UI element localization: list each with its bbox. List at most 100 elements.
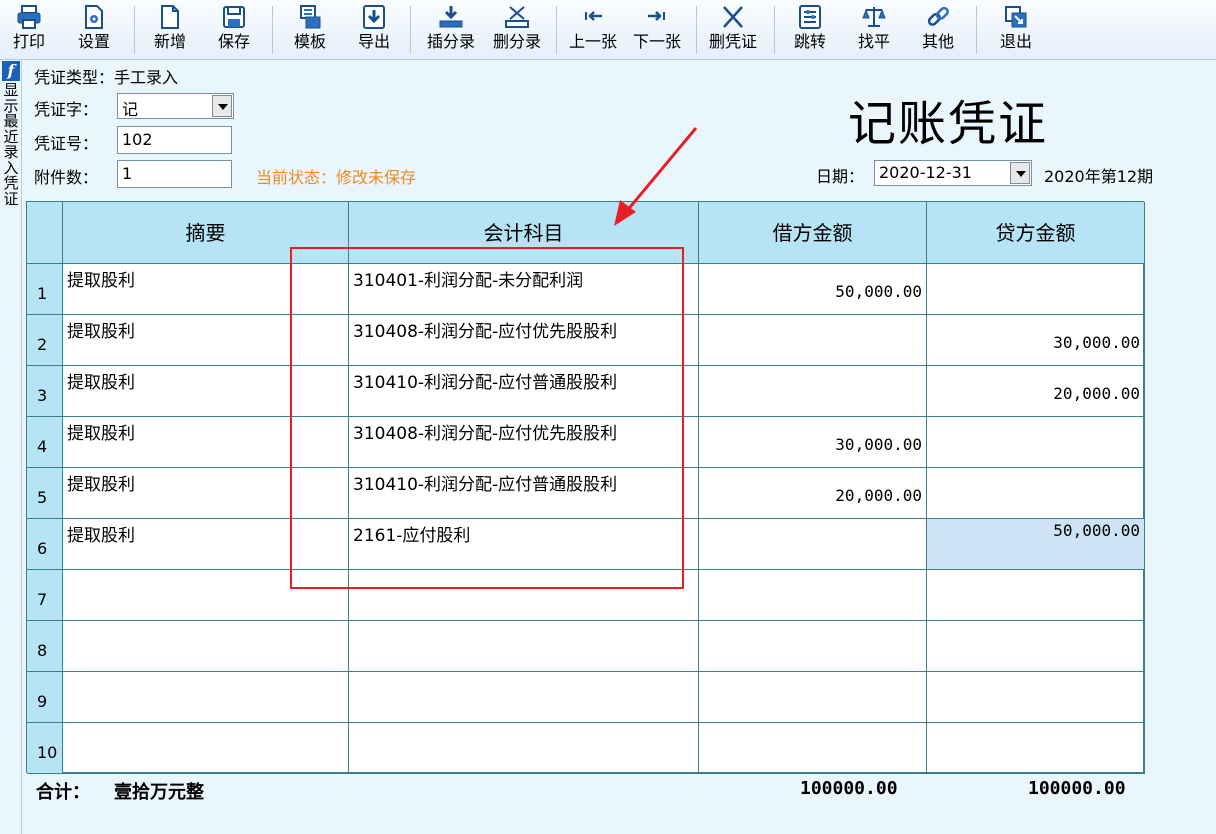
save-button[interactable]: 保存 (212, 4, 256, 56)
voucher-word-select[interactable]: 记 (117, 93, 234, 119)
credit-cell[interactable] (927, 723, 1145, 774)
delete-entry-label: 删分录 (492, 32, 541, 51)
date-label: 日期： (816, 167, 865, 186)
next-label: 下一张 (632, 32, 681, 51)
row-number: 5 (27, 468, 63, 519)
delete-entry-button[interactable]: 删分录 (488, 4, 546, 56)
export-icon (363, 5, 385, 29)
page-title: 记账凭证 (848, 96, 1049, 152)
template-label: 模板 (293, 32, 326, 51)
debit-cell[interactable] (699, 519, 927, 570)
summary-cell-text: 提取股利 (67, 475, 135, 495)
summary-cell[interactable] (63, 621, 349, 672)
insert-entry-button[interactable]: 插分录 (422, 4, 480, 56)
balance-label: 找平 (857, 32, 890, 51)
recent-vouchers-label: 显示最近录入凭证 (3, 81, 19, 208)
credit-cell[interactable] (927, 417, 1145, 468)
toolbar-separator (410, 6, 411, 54)
attachments-input[interactable]: 1 (117, 160, 232, 188)
new-button[interactable]: 新增 (148, 4, 192, 56)
delete-voucher-label: 删凭证 (708, 32, 757, 51)
credit-cell[interactable] (927, 570, 1145, 621)
toolbar-separator (556, 6, 557, 54)
voucher-type-label: 凭证类型： (34, 68, 115, 87)
debit-cell[interactable]: 50,000.00 (699, 264, 927, 315)
credit-cell[interactable] (927, 621, 1145, 672)
date-value: 2020-12-31 (879, 163, 972, 182)
toolbar-separator (134, 6, 135, 54)
print-button[interactable]: 打印 (8, 4, 50, 56)
template-button[interactable]: 模板 (288, 4, 332, 56)
other-button[interactable]: 其他 (916, 4, 960, 56)
summary-cell[interactable] (63, 672, 349, 723)
credit-cell[interactable]: 50,000.00 (927, 519, 1145, 570)
jump-label: 跳转 (793, 32, 826, 51)
jump-icon (799, 5, 821, 29)
exit-label: 退出 (999, 32, 1032, 51)
toolbar-separator (976, 6, 977, 54)
account-cell[interactable] (349, 723, 699, 774)
row-number: 3 (27, 366, 63, 417)
settings-button[interactable]: 设置 (72, 4, 116, 56)
row-number: 4 (27, 417, 63, 468)
toolbar: 打印 设置 新增 保存 模板 导出 插分录 删分录 上一张 下一张 删凭证 跳转… (0, 0, 1216, 60)
balance-button[interactable]: 找平 (852, 4, 896, 56)
debit-cell[interactable] (699, 621, 927, 672)
debit-cell[interactable] (699, 570, 927, 621)
debit-cell[interactable]: 30,000.00 (699, 417, 927, 468)
print-label: 打印 (12, 32, 45, 51)
credit-cell[interactable] (927, 264, 1145, 315)
voucher-type-row: 凭证类型：手工录入 (34, 64, 178, 88)
jump-button[interactable]: 跳转 (788, 4, 832, 56)
debit-cell[interactable] (699, 672, 927, 723)
credit-cell[interactable] (927, 468, 1145, 519)
previous-icon (585, 11, 602, 21)
export-button[interactable]: 导出 (352, 4, 396, 56)
debit-cell-text: 30,000.00 (835, 435, 922, 454)
debit-cell[interactable]: 20,000.00 (699, 468, 927, 519)
next-icon (648, 11, 665, 21)
row-number: 8 (27, 621, 63, 672)
toolbar-separator (774, 6, 775, 54)
credit-total: 100000.00 (1028, 778, 1126, 799)
insert-entry-icon (439, 6, 463, 28)
row-number: 9 (27, 672, 63, 723)
total-label: 合计： (36, 782, 90, 803)
current-status: 当前状态：修改未保存 (256, 168, 417, 187)
printer-icon (17, 5, 41, 29)
credit-cell[interactable] (927, 672, 1145, 723)
template-icon (300, 5, 321, 29)
account-cell[interactable] (349, 672, 699, 723)
debit-cell[interactable] (699, 315, 927, 366)
chevron-down-icon[interactable] (212, 95, 232, 117)
date-select[interactable]: 2020-12-31 (874, 160, 1032, 186)
summary-cell-text: 提取股利 (67, 373, 135, 393)
voucher-word-label: 凭证字： (34, 100, 99, 119)
recent-vouchers-strip[interactable]: f 显示最近录入凭证 (0, 61, 22, 834)
header-debit: 借方金额 (699, 202, 927, 264)
settings-icon (85, 5, 103, 29)
voucher-number-input[interactable]: 102 (117, 126, 232, 154)
export-label: 导出 (357, 32, 390, 51)
link-icon (927, 6, 949, 26)
save-icon (223, 6, 245, 28)
credit-cell[interactable]: 20,000.00 (927, 366, 1145, 417)
exit-button[interactable]: 退出 (994, 4, 1038, 56)
previous-button[interactable]: 上一张 (564, 4, 622, 56)
credit-cell-text: 20,000.00 (1053, 384, 1140, 403)
delete-voucher-icon (723, 6, 743, 28)
exit-icon (1005, 6, 1027, 28)
credit-cell[interactable]: 30,000.00 (927, 315, 1145, 366)
debit-cell-text: 50,000.00 (835, 282, 922, 301)
save-label: 保存 (217, 32, 250, 51)
summary-cell[interactable] (63, 723, 349, 774)
accounting-period: 2020年第12期 (1044, 167, 1154, 186)
new-file-icon (161, 5, 179, 29)
summary-cell-text: 提取股利 (67, 424, 135, 444)
debit-cell[interactable] (699, 366, 927, 417)
next-button[interactable]: 下一张 (628, 4, 686, 56)
chevron-down-icon[interactable] (1010, 162, 1030, 184)
debit-cell[interactable] (699, 723, 927, 774)
delete-voucher-button[interactable]: 删凭证 (704, 4, 762, 56)
account-cell[interactable] (349, 621, 699, 672)
